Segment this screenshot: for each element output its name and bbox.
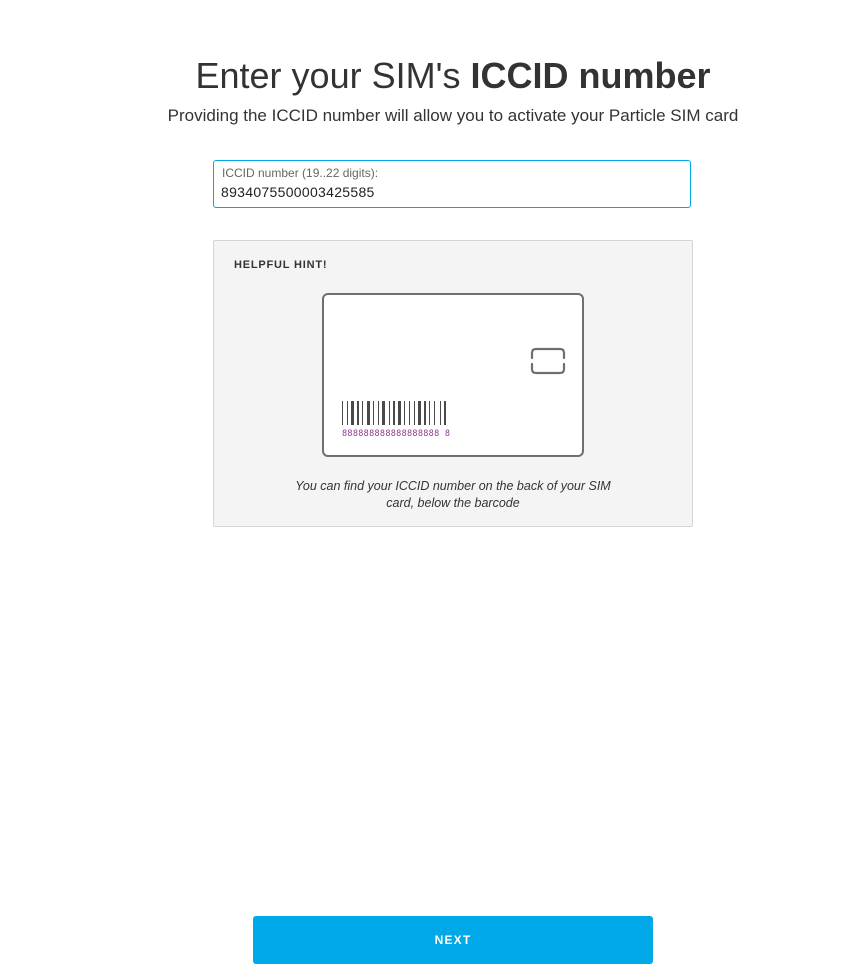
helpful-hint-caption: You can find your ICCID number on the ba…: [295, 479, 611, 510]
page-title: Enter your SIM's ICCID number: [0, 54, 867, 98]
helpful-hint-panel: HELPFUL HINT! 888888888888888888 8 You c…: [213, 240, 693, 527]
iccid-field-label: ICCID number (19..22 digits):: [222, 166, 379, 180]
iccid-input[interactable]: [221, 182, 681, 202]
page-title-prefix: Enter your SIM's: [195, 55, 471, 96]
barcode-number: 888888888888888888 8: [342, 429, 451, 439]
next-button[interactable]: NEXT: [253, 916, 653, 964]
sim-card-illustration: 888888888888888888 8: [322, 293, 584, 457]
page-subtitle: Providing the ICCID number will allow yo…: [167, 106, 739, 125]
helpful-hint-title: HELPFUL HINT!: [234, 259, 328, 271]
sim-chip-icon: [530, 347, 566, 375]
barcode-icon: [342, 401, 446, 425]
iccid-field[interactable]: ICCID number (19..22 digits):: [213, 160, 691, 208]
page-title-bold: ICCID number: [470, 55, 711, 96]
